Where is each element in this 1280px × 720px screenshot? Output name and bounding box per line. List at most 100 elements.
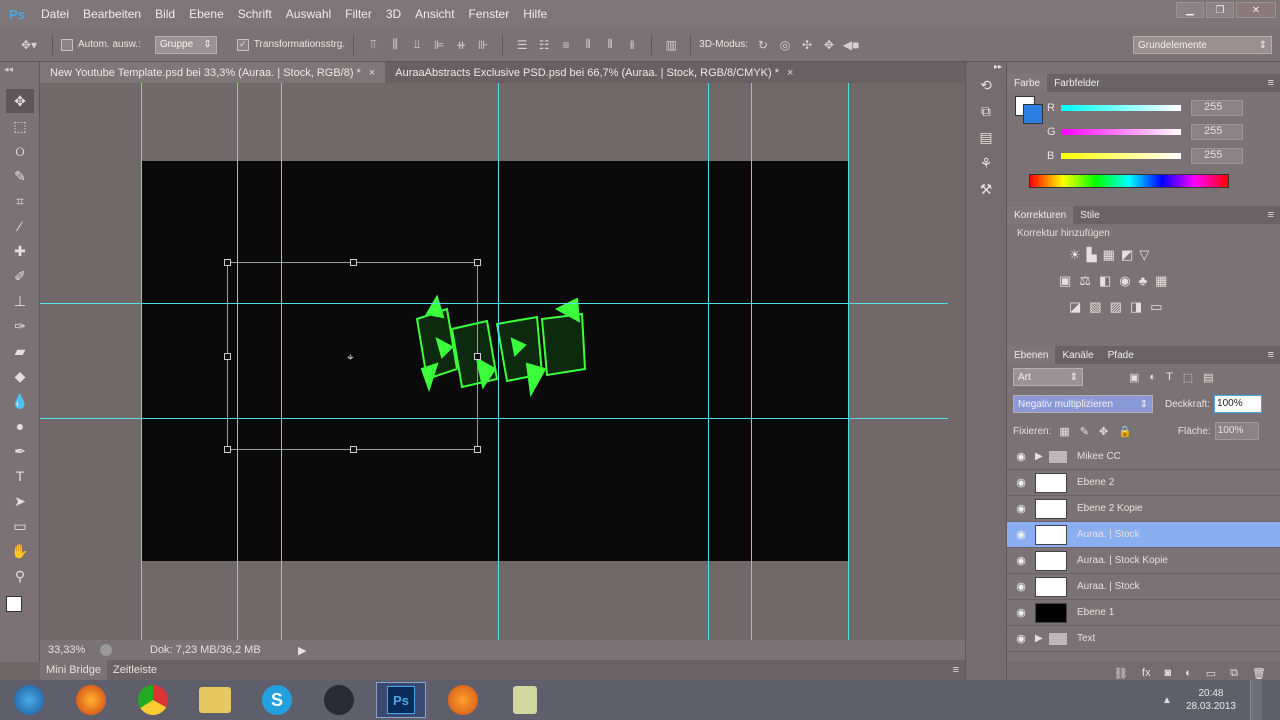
history-panel-icon[interactable]: ⟲: [966, 72, 1006, 98]
guide-line[interactable]: [40, 303, 948, 304]
taskbar-skype[interactable]: S: [252, 682, 302, 718]
menu-ansicht[interactable]: Ansicht: [408, 7, 461, 21]
pixel-filter-icon[interactable]: ▣: [1129, 371, 1139, 384]
foreground-color-swatch[interactable]: [6, 596, 22, 612]
expand-arrow-icon[interactable]: ▶: [1035, 451, 1049, 462]
zoom-level[interactable]: 33,33%: [48, 644, 92, 656]
link-layers-icon[interactable]: ⛓: [1114, 667, 1128, 680]
tool-presets-icon[interactable]: ⚒: [966, 176, 1006, 202]
adjustment-filter-icon[interactable]: ◐: [1149, 371, 1156, 384]
start-button[interactable]: [4, 682, 54, 718]
trash-icon[interactable]: 🗑: [1252, 667, 1266, 680]
invert-icon[interactable]: ◪: [1069, 299, 1081, 315]
taskbar-firefox[interactable]: [66, 682, 116, 718]
lock-pixels-icon[interactable]: ✎: [1080, 425, 1089, 438]
guide-line[interactable]: [751, 83, 752, 640]
eye-icon[interactable]: ◉: [1007, 606, 1035, 619]
red-slider[interactable]: [1061, 105, 1181, 111]
menu-datei[interactable]: Datei: [34, 7, 76, 21]
3d-scale-icon[interactable]: ◀■: [842, 37, 860, 53]
guide-line[interactable]: [708, 83, 709, 640]
exposure-icon[interactable]: ◩: [1121, 247, 1133, 263]
tab-farbe[interactable]: Farbe: [1007, 74, 1048, 92]
blur-tool-icon[interactable]: 💧: [6, 389, 34, 413]
eye-icon[interactable]: ◉: [1007, 476, 1035, 489]
threshold-icon[interactable]: ▨: [1110, 299, 1122, 315]
3d-roll-icon[interactable]: ◎: [776, 37, 794, 53]
panel-menu-icon[interactable]: ≡: [953, 664, 959, 676]
menu-ebene[interactable]: Ebene: [182, 7, 231, 21]
panel-menu-icon[interactable]: ≡: [1268, 349, 1274, 361]
transform-handle[interactable]: [474, 259, 481, 266]
smartobject-filter-icon[interactable]: ▤: [1203, 371, 1213, 384]
guide-line[interactable]: [141, 83, 142, 640]
gradient-tool-icon[interactable]: ◆: [6, 364, 34, 388]
new-adjustment-icon[interactable]: ◐: [1185, 667, 1192, 679]
fx-icon[interactable]: fx: [1142, 667, 1151, 679]
menu-filter[interactable]: Filter: [338, 7, 379, 21]
align-bottom-icon[interactable]: ⫫: [408, 37, 426, 53]
add-mask-icon[interactable]: ◙: [1164, 667, 1171, 679]
panel-menu-icon[interactable]: ≡: [1268, 77, 1274, 89]
3d-pan-icon[interactable]: ✣: [798, 37, 816, 53]
taskbar-chrome[interactable]: [128, 682, 178, 718]
tab-korrekturen[interactable]: Korrekturen: [1007, 206, 1074, 224]
menu-auswahl[interactable]: Auswahl: [279, 7, 338, 21]
minimize-button[interactable]: ▁: [1176, 2, 1204, 18]
layer-row[interactable]: ◉ Ebene 1: [1007, 600, 1280, 626]
tab-stile[interactable]: Stile: [1073, 206, 1106, 224]
tab-ebenen[interactable]: Ebenen: [1007, 346, 1056, 364]
distribute-top-icon[interactable]: ☰: [513, 37, 531, 53]
eye-icon[interactable]: ◉: [1007, 632, 1035, 645]
color-lookup-icon[interactable]: ▦: [1155, 273, 1167, 289]
move-tool-preset-icon[interactable]: ✥▾: [16, 37, 42, 53]
transform-handle[interactable]: [350, 446, 357, 453]
brush-panel-icon[interactable]: ⚘: [966, 150, 1006, 176]
blue-slider[interactable]: [1061, 153, 1181, 159]
green-value[interactable]: 255: [1191, 124, 1243, 140]
expand-arrow-icon[interactable]: ▶: [1035, 633, 1049, 644]
stamp-tool-icon[interactable]: ⊥: [6, 289, 34, 313]
transform-handle[interactable]: [224, 259, 231, 266]
layer-row[interactable]: ◉ Auraa. | Stock Kopie: [1007, 548, 1280, 574]
transform-handle[interactable]: [224, 446, 231, 453]
tab-kanaele[interactable]: Kanäle: [1055, 346, 1100, 364]
shape-tool-icon[interactable]: ▭: [6, 514, 34, 538]
canvas-area[interactable]: ⌖: [40, 83, 965, 640]
eraser-tool-icon[interactable]: ▰: [6, 339, 34, 363]
lock-all-icon[interactable]: 🔒: [1118, 425, 1132, 438]
blue-value[interactable]: 255: [1191, 148, 1243, 164]
3d-slide-icon[interactable]: ✥: [820, 37, 838, 53]
transform-controls-checkbox[interactable]: ✓: [236, 38, 249, 51]
levels-icon[interactable]: ▙: [1087, 247, 1097, 263]
taskbar-photoshop[interactable]: Ps: [376, 682, 426, 718]
dodge-tool-icon[interactable]: ●: [6, 414, 34, 438]
color-balance-icon[interactable]: ⚖: [1079, 273, 1091, 289]
play-arrow-icon[interactable]: ▶: [298, 644, 306, 657]
eye-icon[interactable]: ◉: [1007, 554, 1035, 567]
taskbar-media-player[interactable]: [438, 682, 488, 718]
distribute-bottom-icon[interactable]: ≡: [557, 37, 575, 53]
layer-row[interactable]: ◉ Auraa. | Stock: [1007, 574, 1280, 600]
close-window-button[interactable]: ✕: [1236, 2, 1276, 18]
lock-transparent-icon[interactable]: ▦: [1059, 425, 1069, 438]
zoom-tool-icon[interactable]: ⚲: [6, 564, 34, 588]
channel-mixer-icon[interactable]: ♣: [1139, 273, 1148, 289]
new-layer-icon[interactable]: ⧉: [1230, 667, 1238, 680]
show-desktop-button[interactable]: [1250, 680, 1262, 720]
menu-fenster[interactable]: Fenster: [462, 7, 517, 21]
tab-farbfelder[interactable]: Farbfelder: [1047, 74, 1107, 92]
quick-select-tool-icon[interactable]: ✎: [6, 164, 34, 188]
taskbar-misc-app[interactable]: [500, 682, 550, 718]
brightness-icon[interactable]: ☀: [1069, 247, 1081, 263]
auto-align-icon[interactable]: ▥: [662, 37, 680, 53]
layer-row[interactable]: ◉ ▶ Text: [1007, 626, 1280, 652]
selective-color-icon[interactable]: ▭: [1150, 299, 1162, 315]
auto-select-type-dropdown[interactable]: Gruppe ⇕: [154, 35, 217, 54]
gradient-map-icon[interactable]: ◨: [1130, 299, 1142, 315]
tab-zeitleiste[interactable]: Zeitleiste: [107, 660, 163, 680]
distribute-left-icon[interactable]: ⦀: [579, 37, 597, 53]
align-top-icon[interactable]: ⫪: [364, 37, 382, 53]
path-select-tool-icon[interactable]: ➤: [6, 489, 34, 513]
strip-grip[interactable]: ▸▸: [966, 62, 1006, 72]
